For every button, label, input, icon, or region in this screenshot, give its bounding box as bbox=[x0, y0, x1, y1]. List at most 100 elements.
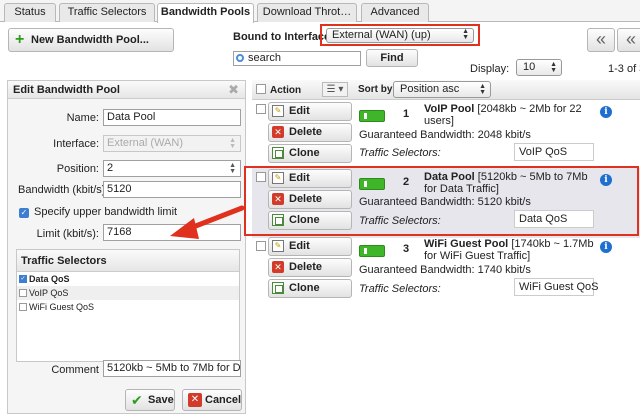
previous-page-button[interactable]: « bbox=[587, 28, 615, 52]
pool-enabled-toggle[interactable] bbox=[359, 178, 385, 190]
clone-label: Clone bbox=[289, 214, 320, 226]
interface-label: Interface: bbox=[53, 138, 99, 150]
tab-advanced[interactable]: Advanced bbox=[361, 3, 429, 22]
position-label: Position: bbox=[56, 163, 99, 175]
clone-label: Clone bbox=[289, 147, 320, 159]
guaranteed-bandwidth: Guaranteed Bandwidth: 2048 kbit/s bbox=[359, 129, 531, 141]
edit-icon: ✎ bbox=[272, 172, 284, 184]
traffic-selectors-label: Traffic Selectors: bbox=[359, 283, 441, 295]
bandwidth-label: Bandwidth (kbit/s): bbox=[18, 184, 109, 196]
search-placeholder: search bbox=[248, 52, 282, 64]
edit-label: Edit bbox=[289, 172, 310, 184]
traffic-selectors-panel: Traffic Selectors ✓ Data QoS VoIP QoS Wi… bbox=[16, 249, 240, 362]
bound-to-interface-label: Bound to Interface bbox=[233, 31, 331, 43]
row-checkbox[interactable] bbox=[256, 241, 266, 251]
traffic-selectors-label: Traffic Selectors: bbox=[359, 147, 441, 159]
row-checkbox[interactable] bbox=[256, 172, 266, 182]
interface-select-value: External (WAN) (up) bbox=[332, 29, 431, 41]
save-button[interactable]: ✔ Save bbox=[125, 389, 175, 411]
edit-icon: ✎ bbox=[272, 240, 284, 252]
pool-row: ✎ Edit ✕ Delete Clone 1 VoIP Pool [2048kb … bbox=[252, 100, 640, 170]
delete-label: Delete bbox=[289, 261, 323, 273]
position-select[interactable]: 2 ▲ ▼ bbox=[103, 160, 241, 177]
delete-button[interactable]: ✕ Delete bbox=[268, 123, 352, 142]
interface-select[interactable]: External (WAN) (up) ▲ ▼ bbox=[326, 28, 474, 43]
edit-button[interactable]: ✎ Edit bbox=[268, 237, 352, 256]
edit-button[interactable]: ✎ Edit bbox=[268, 102, 352, 121]
first-page-button[interactable]: « bbox=[617, 28, 640, 52]
check-icon[interactable]: ✓ bbox=[19, 275, 27, 283]
pool-position: 3 bbox=[403, 243, 410, 255]
edit-icon: ✎ bbox=[272, 105, 284, 117]
edit-button[interactable]: ✎ Edit bbox=[268, 169, 352, 188]
traffic-selectors-label: Traffic Selectors: bbox=[359, 215, 441, 227]
delete-button[interactable]: ✕ Delete bbox=[268, 258, 352, 277]
delete-label: Delete bbox=[289, 193, 323, 205]
double-chevron-left-icon: « bbox=[625, 29, 636, 49]
select-arrows-icon: ▲ ▼ bbox=[229, 137, 236, 150]
delete-button[interactable]: ✕ Delete bbox=[268, 190, 352, 209]
clone-icon bbox=[272, 282, 284, 294]
find-button[interactable]: Find bbox=[366, 49, 418, 67]
new-bandwidth-pool-button[interactable]: + New Bandwidth Pool... bbox=[8, 28, 174, 52]
display-count-select[interactable]: 10 ▲ ▼ bbox=[516, 59, 562, 76]
checkmark-icon: ✔ bbox=[131, 392, 143, 408]
bandwidth-field[interactable]: 5120 bbox=[103, 181, 241, 198]
select-arrows-icon: ▲ ▼ bbox=[479, 83, 486, 96]
tab-bar: Status Traffic Selectors Bandwidth Pools… bbox=[0, 0, 640, 23]
select-arrows-icon: ▲ ▼ bbox=[550, 61, 557, 74]
pool-position: 1 bbox=[403, 108, 410, 120]
close-icon[interactable]: ✖ bbox=[228, 81, 239, 99]
double-chevron-left-icon: « bbox=[595, 29, 606, 49]
edit-label: Edit bbox=[289, 240, 310, 252]
pool-enabled-toggle[interactable] bbox=[359, 245, 385, 257]
plus-icon: + bbox=[15, 31, 25, 48]
delete-label: Delete bbox=[289, 126, 323, 138]
delete-icon: ✕ bbox=[272, 126, 284, 138]
interface-highlight: External (WAN) (up) ▲ ▼ bbox=[320, 24, 480, 46]
position-value: 2 bbox=[107, 162, 114, 174]
pool-row: ✎ Edit ✕ Delete Clone 3 WiFi Guest Pool [1… bbox=[252, 237, 640, 307]
pool-name-text: Data Pool bbox=[424, 171, 475, 183]
info-icon[interactable]: i bbox=[600, 106, 612, 118]
clone-button[interactable]: Clone bbox=[268, 211, 352, 230]
search-input[interactable]: search bbox=[233, 51, 361, 66]
row-checkbox[interactable] bbox=[256, 104, 266, 114]
interface-field[interactable]: External (WAN) ▲ ▼ bbox=[103, 135, 241, 152]
upper-limit-checkbox[interactable]: ✓ bbox=[19, 208, 29, 218]
traffic-selector-label: Data QoS bbox=[29, 274, 70, 284]
checkbox[interactable] bbox=[19, 289, 27, 297]
cancel-button[interactable]: ✕ Cancel bbox=[182, 389, 242, 411]
info-icon[interactable]: i bbox=[600, 174, 612, 186]
pool-name: WiFi Guest Pool [1740kb ~ 1.7Mb for WiFi… bbox=[424, 238, 596, 262]
name-field[interactable]: Data Pool bbox=[103, 109, 241, 126]
info-icon[interactable]: i bbox=[600, 241, 612, 253]
select-arrows-icon: ▲ ▼ bbox=[229, 162, 236, 175]
action-column-label: Action bbox=[270, 85, 302, 96]
list-menu-icon[interactable]: ☰ ▾ bbox=[322, 82, 348, 97]
page-info: 1-3 of 3 bbox=[608, 63, 640, 75]
tab-bandwidth-pools[interactable]: Bandwidth Pools bbox=[157, 3, 254, 23]
limit-field[interactable]: 7168 bbox=[103, 224, 241, 241]
search-icon bbox=[236, 54, 244, 62]
clone-button[interactable]: Clone bbox=[268, 279, 352, 298]
name-label: Name: bbox=[66, 112, 99, 124]
upper-limit-label: Specify upper bandwidth limit bbox=[34, 206, 178, 218]
checkbox[interactable] bbox=[19, 303, 27, 311]
edit-panel-title: Edit Bandwidth Pool bbox=[13, 84, 120, 96]
traffic-selector-item[interactable]: ✓ Data QoS bbox=[17, 272, 239, 286]
list-header: Action ☰ ▾ Sort by: Position asc ▲ ▼ bbox=[252, 80, 640, 100]
traffic-selector-item[interactable]: VoIP QoS bbox=[17, 286, 239, 300]
clone-button[interactable]: Clone bbox=[268, 144, 352, 163]
tab-status[interactable]: Status bbox=[4, 3, 56, 22]
tab-traffic-selectors[interactable]: Traffic Selectors bbox=[59, 3, 155, 22]
traffic-selector-item[interactable]: WiFi Guest QoS bbox=[17, 300, 239, 314]
edit-label: Edit bbox=[289, 105, 310, 117]
pool-enabled-toggle[interactable] bbox=[359, 110, 385, 122]
sort-by-select[interactable]: Position asc ▲ ▼ bbox=[393, 81, 491, 98]
clone-icon bbox=[272, 214, 284, 226]
new-bandwidth-pool-label: New Bandwidth Pool... bbox=[31, 34, 149, 46]
tab-download-throttling[interactable]: Download Throt… bbox=[257, 3, 357, 22]
select-all-checkbox[interactable] bbox=[256, 84, 266, 94]
comment-field[interactable]: 5120kb ~ 5Mb to 7Mb for Data bbox=[103, 360, 241, 377]
